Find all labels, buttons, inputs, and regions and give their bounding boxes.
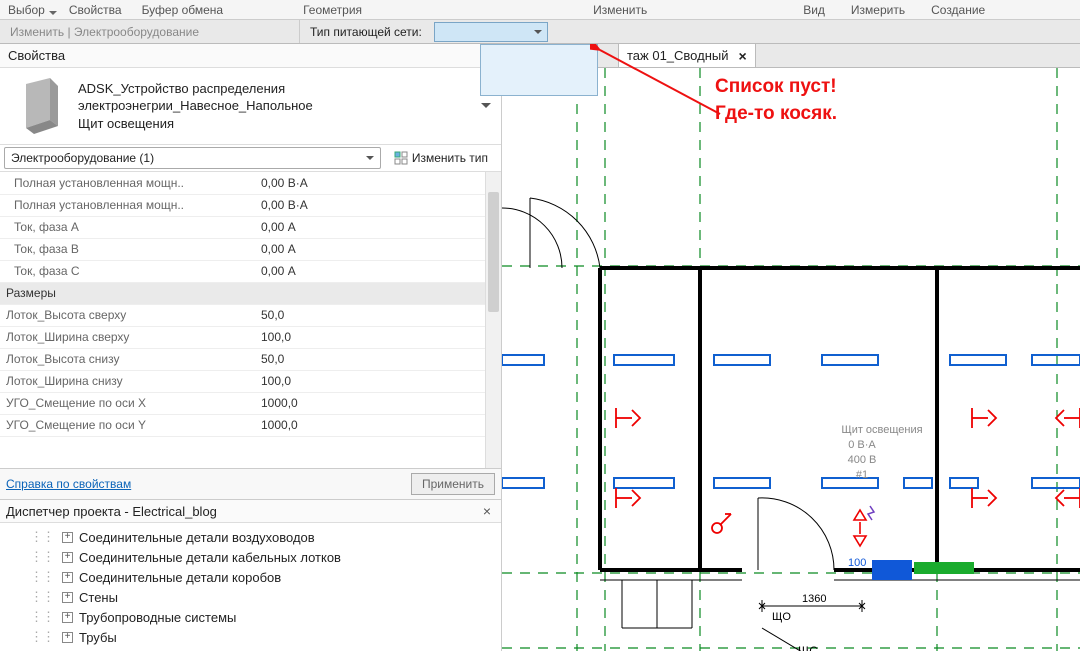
drawing-area[interactable]: 100 1360 ЩО ЩС Щит освещения bbox=[502, 68, 1080, 651]
properties-panel: Свойства ADSK_Устройство распределения э… bbox=[0, 44, 501, 499]
panel-id-text: #1 bbox=[856, 469, 868, 481]
project-browser-title: Диспетчер проекта - Electrical_blog bbox=[6, 504, 217, 519]
param-value[interactable]: 0,00 А bbox=[255, 216, 501, 238]
view-tab-title: таж 01_Сводный bbox=[627, 48, 729, 63]
dim-100: 100 bbox=[848, 557, 866, 569]
option-bar: Изменить | Электрооборудование Тип питаю… bbox=[0, 20, 1080, 44]
ribbon-group-create: Создание bbox=[923, 3, 993, 17]
left-column: Свойства ADSK_Устройство распределения э… bbox=[0, 44, 502, 651]
param-value[interactable]: 0,00 В·А bbox=[255, 172, 501, 194]
type-name: Щит освещения bbox=[78, 115, 469, 133]
param-value[interactable]: 0,00 А bbox=[255, 238, 501, 260]
properties-panel-title: Свойства bbox=[0, 44, 501, 68]
param-value[interactable]: 100,0 bbox=[255, 326, 501, 348]
tree-node-label: Соединительные детали коробов bbox=[79, 570, 281, 585]
apply-button[interactable]: Применить bbox=[411, 473, 495, 495]
tree-node[interactable]: ⋮⋮+Соединительные детали коробов bbox=[30, 567, 501, 587]
tree-node-label: Соединительные детали кабельных лотков bbox=[79, 550, 341, 565]
supply-network-dropdown-empty[interactable] bbox=[480, 44, 598, 96]
expand-icon[interactable]: + bbox=[62, 612, 73, 623]
param-value[interactable]: 100,0 bbox=[255, 370, 501, 392]
group-header-dimensions[interactable]: Размеры⌃ bbox=[0, 282, 501, 304]
ribbon-group-view: Вид bbox=[795, 3, 833, 17]
param-value[interactable]: 1000,0 bbox=[255, 392, 501, 414]
annotation-line2: Где-то косяк. bbox=[715, 101, 837, 128]
tag-1: ЩО bbox=[772, 611, 791, 623]
param-label: УГО_Смещение по оси Y bbox=[0, 414, 255, 436]
param-value[interactable]: 50,0 bbox=[255, 304, 501, 326]
tree-node[interactable]: ⋮⋮+Трубы bbox=[30, 627, 501, 647]
expand-icon[interactable]: + bbox=[62, 532, 73, 543]
edit-type-button[interactable]: Изменить тип bbox=[387, 147, 495, 169]
param-label: Ток, фаза C bbox=[0, 260, 255, 282]
param-value[interactable]: 0,00 В·А bbox=[255, 194, 501, 216]
tree-node-label: Трубопроводные системы bbox=[79, 610, 236, 625]
expand-icon[interactable]: + bbox=[62, 592, 73, 603]
tree-node-label: Соединительные детали воздуховодов bbox=[79, 530, 315, 545]
tree-node-label: Стены bbox=[79, 590, 118, 605]
param-label: Лоток_Высота сверху bbox=[0, 304, 255, 326]
properties-help-link[interactable]: Справка по свойствам bbox=[6, 477, 131, 491]
properties-footer: Справка по свойствам Применить bbox=[0, 468, 501, 499]
supply-network-combo[interactable] bbox=[434, 22, 548, 42]
project-browser-panel: Диспетчер проекта - Electrical_blog × ⋮⋮… bbox=[0, 499, 501, 651]
annotation-line1: Список пуст! bbox=[715, 74, 837, 101]
param-label: УГО_Смещение по оси X bbox=[0, 392, 255, 414]
param-label: Полная установленная мощн.. bbox=[0, 194, 255, 216]
expand-icon[interactable]: + bbox=[62, 632, 73, 643]
tree-node[interactable]: ⋮⋮+Соединительные детали кабельных лотко… bbox=[30, 547, 501, 567]
supply-network-label: Тип питающей сети: bbox=[300, 25, 432, 39]
tag-2: ЩС bbox=[798, 644, 818, 651]
properties-grid: Полная установленная мощн..0,00 В·АПолна… bbox=[0, 172, 501, 468]
ribbon-group-geometry: Геометрия bbox=[295, 3, 370, 17]
tree-node-label: Трубы bbox=[79, 630, 117, 645]
category-filter-combo[interactable]: Электрооборудование (1) bbox=[4, 147, 381, 169]
param-value[interactable]: 1000,0 bbox=[255, 414, 501, 436]
tree-node[interactable]: ⋮⋮+Стены bbox=[30, 587, 501, 607]
param-label: Ток, фаза B bbox=[0, 238, 255, 260]
family-name: ADSK_Устройство распределения электроэне… bbox=[78, 80, 469, 115]
dim-1360: 1360 bbox=[802, 593, 826, 605]
param-label: Лоток_Ширина сверху bbox=[0, 326, 255, 348]
panel-label-text: Щит освещения bbox=[841, 424, 922, 436]
ribbon-group-modify: Изменить bbox=[585, 3, 655, 17]
param-label: Лоток_Ширина снизу bbox=[0, 370, 255, 392]
edit-type-label: Изменить тип bbox=[412, 151, 488, 165]
tree-node[interactable]: ⋮⋮+Трубопроводные системы bbox=[30, 607, 501, 627]
param-label: Лоток_Высота снизу bbox=[0, 348, 255, 370]
param-value[interactable]: 50,0 bbox=[255, 348, 501, 370]
chevron-down-icon bbox=[531, 25, 545, 39]
ribbon-group-labels: Выбор Свойства Буфер обмена Геометрия Из… bbox=[0, 0, 1080, 20]
category-filter-text: Электрооборудование (1) bbox=[11, 151, 154, 165]
expand-icon[interactable]: + bbox=[62, 572, 73, 583]
project-browser-tree[interactable]: ⋮⋮+Соединительные детали воздуховодов⋮⋮+… bbox=[0, 523, 501, 651]
type-text: ADSK_Устройство распределения электроэне… bbox=[78, 80, 469, 133]
annotation-text: Список пуст! Где-то косяк. bbox=[715, 74, 837, 127]
ribbon-group-properties: Свойства bbox=[61, 3, 130, 17]
tree-node[interactable]: ⋮⋮+Соединительные детали воздуховодов bbox=[30, 527, 501, 547]
edit-type-icon bbox=[394, 151, 408, 165]
type-selector-row[interactable]: ADSK_Устройство распределения электроэне… bbox=[0, 68, 501, 144]
expand-icon[interactable]: + bbox=[62, 552, 73, 563]
type-dropdown-icon[interactable] bbox=[479, 99, 493, 113]
modify-context-label: Изменить | Электрооборудование bbox=[0, 20, 300, 43]
view-tab-close-icon[interactable]: × bbox=[739, 48, 747, 64]
ribbon-group-clipboard: Буфер обмена bbox=[134, 3, 232, 17]
family-thumbnail bbox=[8, 76, 68, 136]
ribbon-group-select[interactable]: Выбор bbox=[0, 3, 61, 17]
param-label: Полная установленная мощн.. bbox=[0, 172, 255, 194]
panel-volt-text: 400 В bbox=[848, 454, 877, 466]
param-label: Ток, фаза A bbox=[0, 216, 255, 238]
close-icon[interactable]: × bbox=[479, 503, 495, 519]
ribbon-group-measure: Измерить bbox=[843, 3, 913, 17]
view-canvas[interactable]: таж 01_Сводный × bbox=[502, 44, 1080, 651]
panel-va-text: 0 В·А bbox=[848, 439, 876, 451]
properties-scrollbar[interactable] bbox=[485, 172, 501, 468]
param-value[interactable]: 0,00 А bbox=[255, 260, 501, 282]
view-tab[interactable]: таж 01_Сводный × bbox=[618, 44, 756, 68]
